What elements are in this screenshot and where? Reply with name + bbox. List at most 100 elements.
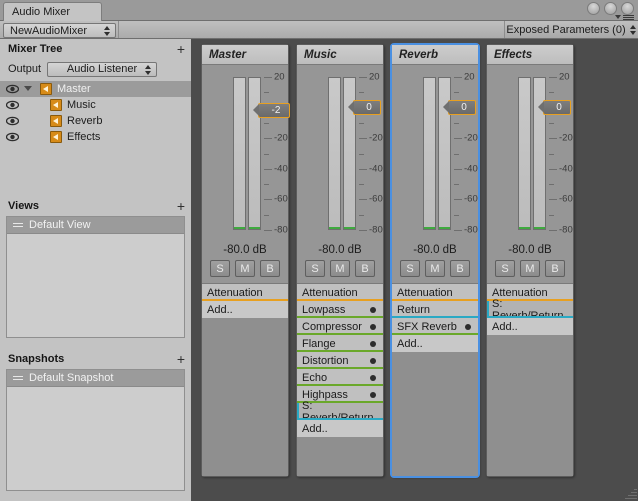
drag-handle-icon[interactable]	[13, 223, 23, 227]
scale-tick-major	[359, 230, 367, 231]
solo-button[interactable]: S	[400, 260, 420, 277]
send-marker	[487, 301, 489, 316]
exposed-parameters-dropdown[interactable]: Exposed Parameters (0)	[504, 21, 637, 38]
add-group-button[interactable]: +	[177, 42, 185, 56]
effect-item[interactable]: Lowpass	[297, 301, 383, 318]
fader-meter-area[interactable]: 200-20-40-60-800	[392, 65, 478, 243]
effect-item[interactable]: Compressor	[297, 318, 383, 335]
add-view-button[interactable]: +	[177, 199, 185, 213]
effect-label: Attenuation	[302, 286, 358, 299]
tree-item-reverb[interactable]: Reverb	[0, 113, 191, 129]
fader-meter-area[interactable]: 200-20-40-60-800	[297, 65, 383, 243]
mute-button[interactable]: M	[235, 260, 255, 277]
effect-item[interactable]: Attenuation	[202, 284, 288, 301]
effect-item[interactable]: Distortion	[297, 352, 383, 369]
add-effect-button[interactable]: Add..	[202, 301, 288, 318]
solo-button[interactable]: S	[305, 260, 325, 277]
tab-label: Audio Mixer	[12, 6, 71, 18]
output-dropdown[interactable]: Audio Listener	[47, 61, 158, 77]
mixer-strip-master[interactable]: Master200-20-40-60-80-2-80.0 dB SMB Attenu…	[201, 44, 290, 477]
visibility-eye-icon[interactable]	[6, 132, 19, 142]
effect-item[interactable]: Return	[392, 301, 478, 318]
effect-label: Lowpass	[302, 303, 346, 316]
solo-button[interactable]: S	[210, 260, 230, 277]
tree-item-music[interactable]: Music	[0, 97, 191, 113]
effects-list-empty-area	[297, 437, 383, 476]
volume-fader-handle[interactable]: 0	[537, 100, 571, 116]
snapshot-list-item[interactable]: Default Snapshot	[7, 370, 184, 387]
vu-meter-left	[518, 77, 531, 230]
audio-group-speaker-icon	[50, 115, 62, 127]
mixer-asset-label: NewAudioMixer	[10, 24, 88, 37]
fader-value-label: 0	[461, 102, 467, 114]
scale-tick-minor	[264, 214, 269, 216]
mute-button[interactable]: M	[425, 260, 445, 277]
views-header: Views +	[0, 196, 191, 216]
bypass-button[interactable]: B	[355, 260, 375, 277]
bypass-button[interactable]: B	[545, 260, 565, 277]
view-list-item-label: Default View	[29, 219, 91, 231]
effect-bypass-toggle[interactable]	[370, 358, 376, 364]
effect-bypass-toggle[interactable]	[370, 307, 376, 313]
volume-fader-handle[interactable]: 0	[442, 100, 476, 116]
effect-item[interactable]: Attenuation	[297, 284, 383, 301]
effect-label: Echo	[302, 371, 328, 384]
scale-tick-major	[549, 168, 557, 170]
updown-arrows-icon	[145, 64, 152, 75]
mixer-strip-reverb[interactable]: Reverb200-20-40-60-800-80.0 dBSMBAttenua…	[391, 44, 479, 477]
view-list-item[interactable]: Default View	[7, 217, 184, 234]
add-effect-button[interactable]: Add..	[487, 318, 573, 335]
bypass-button[interactable]: B	[260, 260, 280, 277]
mixer-asset-dropdown[interactable]: NewAudioMixer	[3, 23, 116, 38]
resize-grip[interactable]	[624, 487, 637, 500]
effect-bypass-toggle[interactable]	[370, 324, 376, 330]
effect-bypass-toggle[interactable]	[465, 324, 471, 330]
mixer-strip-music[interactable]: Music200-20-40-60-800-80.0 dBSMBAttenuat…	[296, 44, 384, 477]
solo-button[interactable]: S	[495, 260, 515, 277]
scale-tick-minor	[454, 92, 459, 94]
visibility-eye-icon[interactable]	[6, 84, 19, 94]
visibility-eye-icon[interactable]	[6, 116, 19, 126]
strip-header-music[interactable]: Music	[297, 45, 383, 65]
strip-header-effects[interactable]: Effects	[487, 45, 573, 65]
effect-item[interactable]: S: Reverb/Return	[297, 400, 383, 424]
db-readout: -80.0 dB	[223, 244, 267, 256]
volume-fader-handle[interactable]: 0	[347, 100, 381, 116]
mute-button[interactable]: M	[330, 260, 350, 277]
visibility-eye-icon[interactable]	[6, 100, 19, 110]
vu-meter-left	[328, 77, 341, 230]
effect-bypass-toggle[interactable]	[370, 392, 376, 398]
strip-header-reverb[interactable]: Reverb	[392, 45, 478, 65]
strip-header-master[interactable]: Master	[202, 45, 288, 65]
hamburger-menu-icon[interactable]	[615, 13, 634, 21]
audio-group-speaker-icon	[50, 99, 62, 111]
minimize-button[interactable]	[587, 2, 600, 15]
drag-handle-icon[interactable]	[13, 376, 23, 380]
effect-label: Add..	[492, 320, 518, 333]
effect-item[interactable]: Echo	[297, 369, 383, 386]
mixer-strip-effects[interactable]: Effects200-20-40-60-800-80.0 dBSMBAttenu…	[486, 44, 574, 477]
add-effect-button[interactable]: Add..	[297, 420, 383, 437]
effect-item[interactable]: Attenuation	[392, 284, 478, 301]
tab-audio-mixer[interactable]: Audio Mixer	[3, 2, 102, 21]
effect-item[interactable]: S: Reverb/Return	[487, 298, 573, 322]
effect-bypass-toggle[interactable]	[370, 341, 376, 347]
expander-triangle-icon[interactable]	[24, 86, 32, 91]
effect-item[interactable]: SFX Reverb	[392, 318, 478, 335]
tree-item-effects[interactable]: Effects	[0, 129, 191, 145]
tree-item-master[interactable]: Master	[0, 81, 191, 97]
fader-meter-area[interactable]: 200-20-40-60-800	[487, 65, 573, 243]
volume-fader-handle[interactable]: -2	[252, 103, 290, 119]
mute-button[interactable]: M	[520, 260, 540, 277]
effect-bypass-toggle[interactable]	[370, 375, 376, 381]
effect-item[interactable]: Flange	[297, 335, 383, 352]
scale-tick-minor	[359, 214, 364, 216]
add-effect-button[interactable]: Add..	[392, 335, 478, 352]
snapshot-list-item-label: Default Snapshot	[29, 372, 114, 384]
fader-meter-area[interactable]: 200-20-40-60-80-2	[202, 65, 290, 243]
scale-tick-major	[454, 199, 462, 201]
add-snapshot-button[interactable]: +	[177, 352, 185, 366]
scale-tick-label: -40	[559, 163, 573, 175]
views-title: Views	[8, 200, 39, 212]
bypass-button[interactable]: B	[450, 260, 470, 277]
